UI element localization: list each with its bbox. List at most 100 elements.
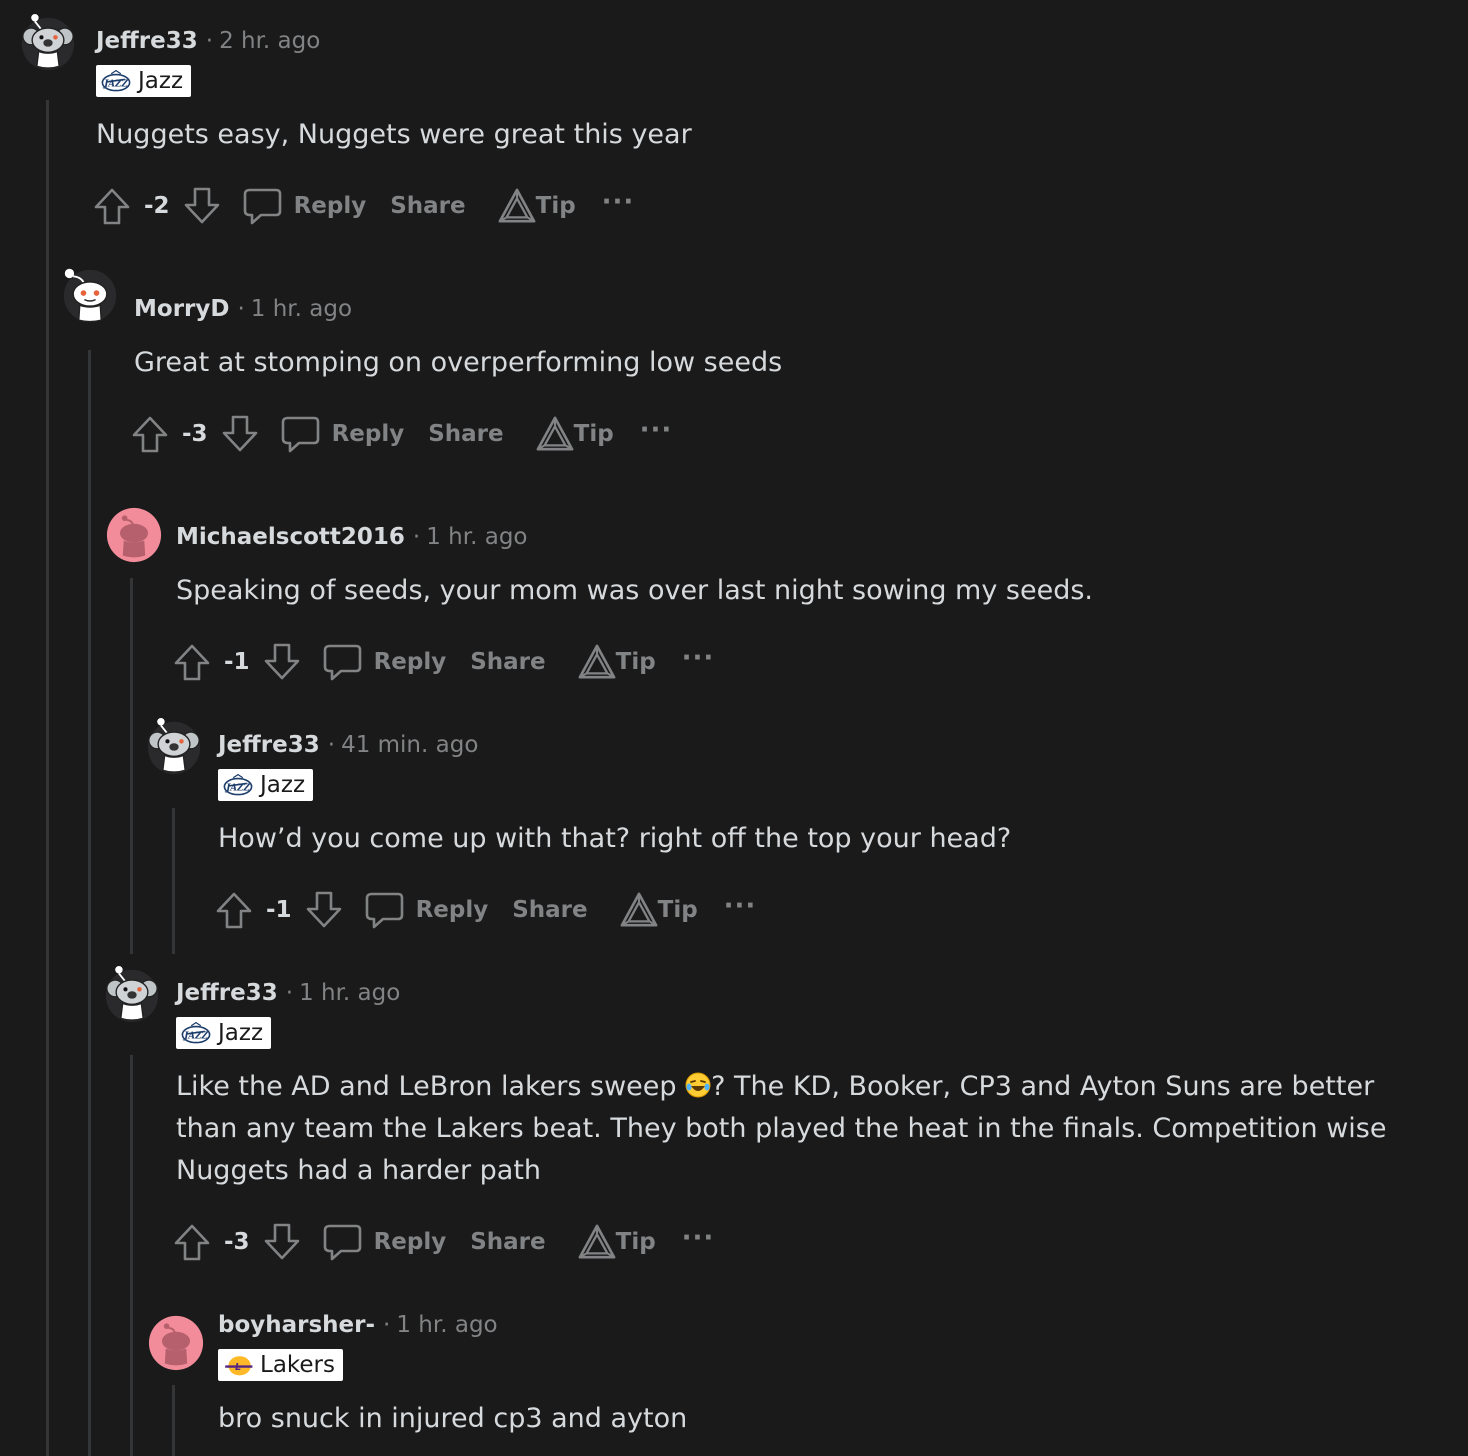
- reply-label: Reply: [331, 421, 405, 447]
- username-link[interactable]: MorryD: [134, 296, 229, 322]
- comment-actions: -2 Reply Share Tip ···: [92, 184, 634, 228]
- timestamp-link[interactable]: 1 hr. ago: [299, 980, 400, 1006]
- thread-line[interactable]: [46, 100, 49, 1456]
- tip-icon: [578, 1223, 616, 1261]
- thread-line[interactable]: [172, 808, 175, 954]
- comment-meta: Michaelscott2016 · 1 hr. ago: [176, 522, 528, 552]
- timestamp-link[interactable]: 1 hr. ago: [396, 1312, 497, 1338]
- user-flair: Jazz: [96, 65, 192, 97]
- comment-bubble-icon: [322, 642, 362, 682]
- comment-actions: -3 Reply Share Tip ···: [130, 412, 672, 456]
- downvote-icon[interactable]: [304, 890, 344, 930]
- username-link[interactable]: Jeffre33: [96, 28, 198, 54]
- downvote-icon[interactable]: [262, 642, 302, 682]
- timestamp-link[interactable]: 1 hr. ago: [426, 524, 527, 550]
- share-button[interactable]: Share: [470, 649, 545, 675]
- username-link[interactable]: Jeffre33: [218, 732, 320, 758]
- reply-label: Reply: [373, 649, 447, 675]
- tip-label: Tip: [657, 897, 698, 923]
- more-options-icon[interactable]: ···: [640, 415, 673, 445]
- user-avatar[interactable]: [104, 966, 160, 1022]
- tip-button[interactable]: Tip: [498, 187, 576, 225]
- reply-button[interactable]: Reply: [242, 186, 367, 226]
- downvote-icon[interactable]: [220, 414, 260, 454]
- upvote-icon[interactable]: [214, 890, 254, 930]
- reply-button[interactable]: Reply: [364, 890, 489, 930]
- tip-label: Tip: [615, 649, 656, 675]
- tip-button[interactable]: Tip: [620, 891, 698, 929]
- reply-label: Reply: [293, 193, 367, 219]
- lakers-logo-icon: [222, 1353, 254, 1377]
- share-button[interactable]: Share: [512, 897, 587, 923]
- username-link[interactable]: Jeffre33: [176, 980, 278, 1006]
- reply-button[interactable]: Reply: [322, 1222, 447, 1262]
- comment-actions: -1 Reply Share Tip ···: [214, 888, 756, 932]
- more-options-icon[interactable]: ···: [682, 643, 715, 673]
- vote-count: -1: [224, 649, 250, 675]
- share-button[interactable]: Share: [428, 421, 503, 447]
- tip-button[interactable]: Tip: [536, 415, 614, 453]
- share-button[interactable]: Share: [470, 1229, 545, 1255]
- tip-icon: [536, 415, 574, 453]
- comment-body-line: Nuggets had a harder path: [176, 1155, 542, 1186]
- user-flair: Jazz: [218, 769, 314, 801]
- tip-label: Tip: [615, 1229, 656, 1255]
- vote-count: -1: [266, 897, 292, 923]
- comment-body: Speaking of seeds, your mom was over las…: [176, 575, 1093, 606]
- comment-bubble-icon: [364, 890, 404, 930]
- username-link[interactable]: Michaelscott2016: [176, 524, 405, 550]
- upvote-icon[interactable]: [92, 186, 132, 226]
- share-button[interactable]: Share: [390, 193, 465, 219]
- separator-dot: ·: [327, 732, 336, 758]
- comment-bubble-icon: [280, 414, 320, 454]
- comment-actions: -3 Reply Share Tip ···: [172, 1220, 714, 1264]
- flair-label: Lakers: [260, 1352, 335, 1378]
- timestamp-link[interactable]: 41 min. ago: [341, 732, 478, 758]
- comment-bubble-icon: [322, 1222, 362, 1262]
- user-flair: Lakers: [218, 1349, 343, 1381]
- reply-label: Reply: [373, 1229, 447, 1255]
- timestamp-link[interactable]: 2 hr. ago: [219, 28, 320, 54]
- flair-label: Jazz: [260, 772, 306, 798]
- downvote-icon[interactable]: [262, 1222, 302, 1262]
- body-text-segment: ? The KD, Booker, CP3 and Ayton Suns are…: [711, 1071, 1375, 1102]
- jazz-logo-icon: [100, 69, 132, 93]
- more-options-icon[interactable]: ···: [724, 891, 757, 921]
- tip-icon: [498, 187, 536, 225]
- upvote-icon[interactable]: [130, 414, 170, 454]
- user-avatar[interactable]: [20, 14, 76, 70]
- tip-label: Tip: [573, 421, 614, 447]
- thread-line[interactable]: [130, 1055, 133, 1456]
- downvote-icon[interactable]: [182, 186, 222, 226]
- timestamp-link[interactable]: 1 hr. ago: [251, 296, 352, 322]
- more-options-icon[interactable]: ···: [602, 187, 635, 217]
- thread-line[interactable]: [130, 578, 133, 954]
- separator-dot: ·: [285, 980, 294, 1006]
- separator-dot: ·: [412, 524, 421, 550]
- more-options-icon[interactable]: ···: [682, 1223, 715, 1253]
- username-link[interactable]: boyharsher-: [218, 1312, 375, 1338]
- laughing-tears-emoji-icon: [685, 1072, 711, 1098]
- flair-label: Jazz: [218, 1020, 264, 1046]
- tip-icon: [578, 643, 616, 681]
- reply-button[interactable]: Reply: [322, 642, 447, 682]
- comment-body: Like the AD and LeBron lakers sweep ? Th…: [176, 1066, 1386, 1192]
- tip-button[interactable]: Tip: [578, 1223, 656, 1261]
- user-avatar[interactable]: [62, 266, 118, 322]
- user-avatar[interactable]: [146, 718, 202, 774]
- body-text-segment: Like the AD and LeBron lakers sweep: [176, 1071, 686, 1102]
- user-avatar[interactable]: [106, 507, 162, 563]
- reply-label: Reply: [415, 897, 489, 923]
- user-avatar[interactable]: [148, 1315, 204, 1371]
- thread-line[interactable]: [88, 350, 91, 1456]
- thread-line[interactable]: [172, 1385, 175, 1456]
- user-flair: Jazz: [176, 1017, 272, 1049]
- comment-actions: -1 Reply Share Tip ···: [172, 640, 714, 684]
- upvote-icon[interactable]: [172, 1222, 212, 1262]
- tip-label: Tip: [535, 193, 576, 219]
- reply-button[interactable]: Reply: [280, 414, 405, 454]
- flair-label: Jazz: [138, 68, 184, 94]
- tip-button[interactable]: Tip: [578, 643, 656, 681]
- comment-meta: Jeffre33 · 1 hr. ago: [176, 978, 400, 1008]
- upvote-icon[interactable]: [172, 642, 212, 682]
